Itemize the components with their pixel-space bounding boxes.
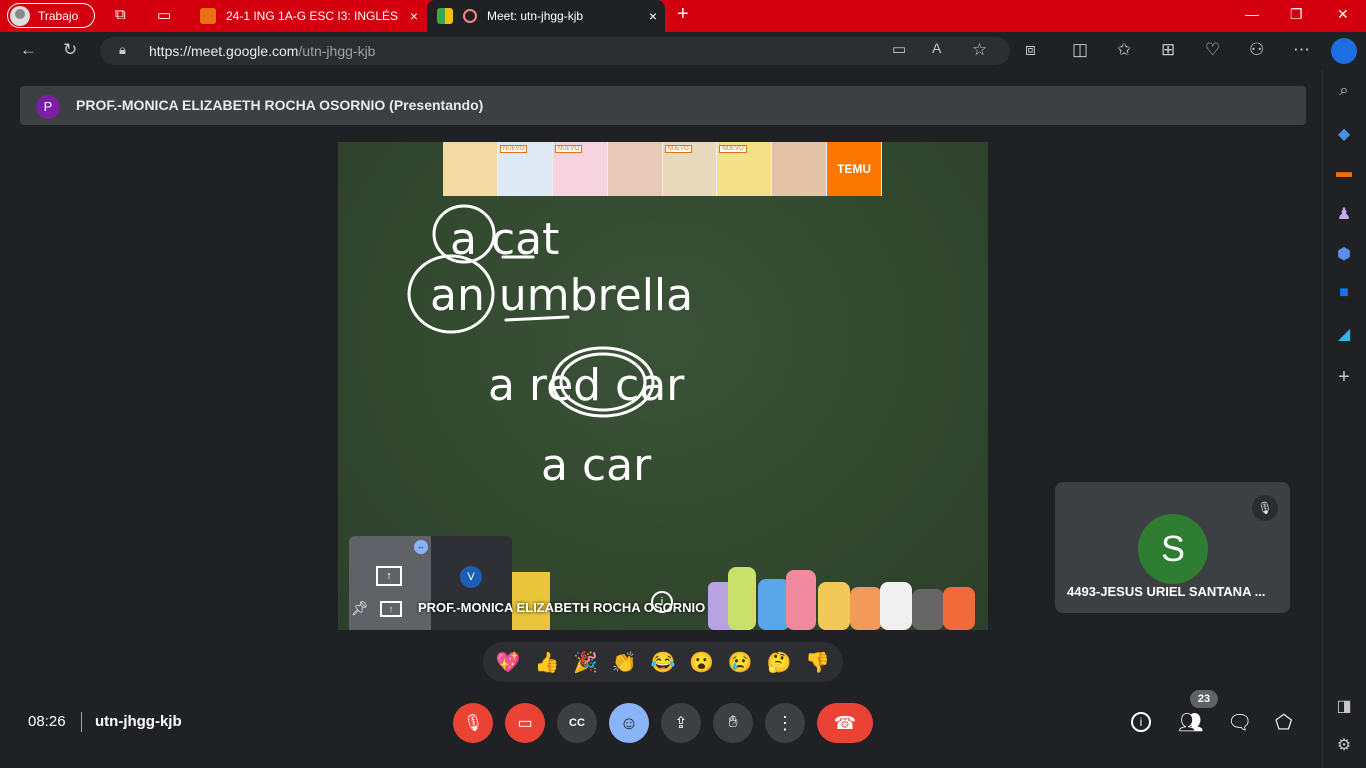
shopping-icon[interactable]: ◆ — [1334, 124, 1354, 144]
meet-favicon-icon — [437, 8, 453, 24]
tab-course[interactable]: 24-1 ING 1A-G ESC I3: INGLÉS 1/ × — [190, 0, 426, 32]
favorite-star-icon[interactable]: ☆ — [972, 40, 987, 60]
drop-icon[interactable]: ◢ — [1334, 324, 1354, 344]
raise-hand-button[interactable]: ✋︎ — [713, 703, 753, 743]
leave-call-button[interactable]: ☎︎ — [817, 703, 873, 743]
url-text[interactable]: https://meet.google.com/utn-jhgg-kjb — [149, 43, 375, 59]
expand-tile-icon[interactable]: ↔ — [414, 540, 428, 554]
tab-actions-icon[interactable]: ▭ — [157, 6, 171, 24]
camera-off-icon: ▭ — [517, 715, 533, 732]
reaction-sparkling-heart[interactable]: 💖 — [490, 650, 526, 675]
chat-icon[interactable]: 🗨︎ — [1227, 710, 1252, 735]
reaction-joy[interactable]: 😂 — [645, 650, 681, 675]
mic-toggle-button[interactable]: 🎙︎ — [453, 703, 493, 743]
reaction-thumbs-down[interactable]: 👎 — [800, 650, 836, 675]
mic-off-icon: 🎙︎ — [1252, 495, 1278, 521]
profile-label: Trabajo — [38, 8, 79, 23]
info-icon[interactable]: i — [651, 591, 673, 613]
profile-avatar — [10, 5, 30, 26]
hand-icon: ✋︎ — [728, 714, 738, 731]
more-options-button[interactable]: ⋮ — [765, 703, 805, 743]
restore-icon[interactable]: ❐ — [1290, 6, 1303, 23]
captions-button[interactable]: CC — [557, 703, 597, 743]
chalk-line-1: a cat — [450, 214, 559, 265]
chalk-line-2: an umbrella — [430, 270, 693, 321]
participant-mini-avatar: V — [460, 566, 482, 588]
captions-icon: CC — [569, 717, 585, 729]
copilot-icon[interactable] — [1331, 38, 1357, 64]
tab-meet-title: Meet: utn-jhgg-kjb — [487, 9, 584, 23]
extensions-icon[interactable]: ⧈ — [1025, 40, 1036, 60]
search-icon[interactable]: ⌕ — [1334, 82, 1354, 100]
reaction-party-popper[interactable]: 🎉 — [568, 650, 604, 675]
tab-course-close-icon[interactable]: × — [402, 8, 426, 24]
workspaces-icon[interactable]: ⧉ — [115, 6, 126, 23]
present-screen-icon: ↑ — [376, 566, 402, 586]
mic-off-icon: 🎙︎ — [462, 715, 484, 732]
reactions-button[interactable]: ☺ — [609, 703, 649, 743]
reaction-clapping[interactable]: 👏 — [606, 650, 642, 675]
favorites-icon[interactable]: ✩ — [1117, 40, 1131, 60]
participant-avatar: S — [1138, 514, 1208, 584]
more-menu-icon[interactable]: ⋯ — [1293, 40, 1310, 60]
meeting-time: 08:26 — [28, 713, 66, 730]
read-aloud-icon[interactable]: A — [932, 40, 941, 56]
reaction-thumbs-up[interactable]: 👍 — [529, 650, 565, 675]
browser-essentials-icon[interactable]: ♡ — [1205, 40, 1220, 60]
divider — [81, 712, 82, 732]
present-button[interactable]: ⇪ — [661, 703, 701, 743]
tab-course-title: 24-1 ING 1A-G ESC I3: INGLÉS 1/ — [226, 9, 402, 23]
url-host: https://meet.google.com — [149, 43, 299, 59]
outlook-icon[interactable]: ■ — [1334, 284, 1354, 302]
participant-name: 4493-JESUS URIEL SANTANA ... — [1067, 584, 1266, 599]
refresh-icon[interactable]: ↻ — [63, 40, 77, 60]
tab-meet-close-icon[interactable]: × — [641, 8, 665, 24]
camera-in-use-icon[interactable]: ▭ — [892, 40, 906, 58]
feedback-icon[interactable]: ⚇ — [1249, 40, 1264, 60]
reaction-sad[interactable]: 😢 — [722, 650, 758, 675]
more-vert-icon: ⋮ — [776, 712, 794, 733]
chalk-line-3: a red car — [488, 360, 685, 411]
reaction-thinking[interactable]: 🤔 — [761, 650, 797, 675]
meeting-details-icon[interactable]: i — [1131, 712, 1151, 732]
games-icon[interactable]: ♟ — [1334, 204, 1354, 224]
sidebar-settings-icon[interactable]: ⚙ — [1334, 735, 1354, 755]
presenter-avatar: P — [36, 95, 60, 119]
pin-icon[interactable]: 📌︎ — [351, 600, 369, 617]
minimize-icon[interactable]: — — [1245, 6, 1259, 22]
reactions-bar: 💖 👍 🎉 👏 😂 😮 😢 🤔 👎 — [483, 642, 843, 682]
new-tab-button[interactable]: + — [677, 3, 689, 26]
emoji-icon: ☺ — [619, 712, 639, 733]
tab-meet[interactable]: Meet: utn-jhgg-kjb × — [427, 0, 665, 32]
camera-toggle-button[interactable]: ▭ — [505, 703, 545, 743]
profile-button[interactable]: Trabajo — [7, 3, 95, 28]
split-screen-icon[interactable]: ◫ — [1072, 40, 1088, 60]
url-path: /utn-jhgg-kjb — [298, 43, 376, 59]
reaction-surprised[interactable]: 😮 — [684, 650, 720, 675]
window-close-icon[interactable]: ✕ — [1337, 6, 1349, 23]
activities-icon[interactable]: ⬠ — [1275, 710, 1292, 735]
course-favicon-icon — [200, 8, 216, 24]
present-screen-icon: ⇪ — [674, 715, 688, 732]
people-icon[interactable]: 👥︎ — [1178, 710, 1203, 735]
microsoft-365-icon[interactable]: ⬢ — [1334, 244, 1354, 264]
tools-icon[interactable]: ▬ — [1334, 164, 1354, 182]
hang-up-icon: ☎︎ — [833, 712, 857, 733]
lock-icon[interactable]: 🔒︎ — [119, 42, 126, 58]
present-tile-icon: ↑ — [380, 601, 402, 617]
add-sidebar-app-icon[interactable]: + — [1334, 366, 1354, 389]
hide-sidebar-icon[interactable]: ◨ — [1334, 696, 1354, 716]
presenter-banner-text: PROF.-MONICA ELIZABETH ROCHA OSORNIO (Pr… — [76, 97, 484, 113]
back-icon[interactable]: ← — [20, 40, 37, 60]
recording-icon — [463, 9, 477, 23]
people-count-badge: 23 — [1190, 690, 1218, 708]
meeting-code: utn-jhgg-kjb — [95, 713, 182, 730]
chalk-line-4: a car — [541, 440, 652, 491]
collections-icon[interactable]: ⊞ — [1161, 40, 1175, 60]
